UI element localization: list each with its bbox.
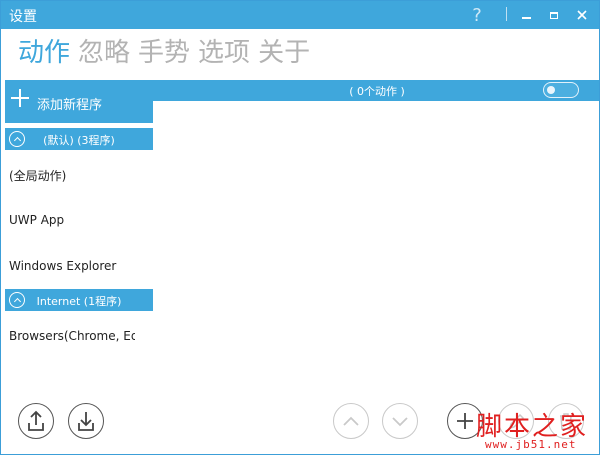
titlebar-divider <box>506 7 507 21</box>
list-item[interactable]: (全局动作) <box>9 167 135 184</box>
question-icon: ? <box>472 4 482 26</box>
minimize-button[interactable] <box>512 1 540 29</box>
add-program-label: 添加新程序 <box>37 98 103 113</box>
close-icon <box>577 10 587 20</box>
export-button[interactable] <box>18 403 54 439</box>
window-title: 设置 <box>9 9 37 25</box>
move-down-button[interactable] <box>382 403 418 439</box>
plus-icon <box>11 89 29 107</box>
list-item[interactable]: Browsers(Chrome, Edge <box>9 329 135 343</box>
actions-count: ( 0个动作 ) <box>349 85 405 98</box>
list-item[interactable]: Windows Explorer <box>9 259 135 273</box>
maximize-icon <box>550 11 558 19</box>
title-bar: 设置 ? <box>1 1 599 29</box>
add-action-button[interactable] <box>447 403 483 439</box>
toggle-knob <box>547 86 555 94</box>
maximize-button[interactable] <box>540 1 568 29</box>
edit-action-button[interactable] <box>498 403 534 439</box>
group-header-internet[interactable]: Internet (1程序) <box>5 289 153 311</box>
tab-about[interactable]: 关于 <box>258 35 310 71</box>
actions-toggle[interactable] <box>543 82 579 98</box>
group-header-default[interactable]: (默认) (3程序) <box>5 128 153 150</box>
tab-actions[interactable]: 动作 <box>18 35 70 71</box>
add-program-button[interactable]: 添加新程序 <box>5 80 153 123</box>
settings-window: 设置 ? 动作 忽略 手势 选项 关于 ( 0个动作 ) 添加新程序 (默认) … <box>0 0 600 455</box>
close-button[interactable] <box>568 1 596 29</box>
tab-bar: 动作 忽略 手势 选项 关于 <box>18 35 310 71</box>
edit-icon <box>508 413 525 430</box>
add-icon <box>457 413 473 429</box>
tab-gestures[interactable]: 手势 <box>138 35 190 71</box>
minimize-icon <box>521 17 531 19</box>
group-label: (默认) (3程序) <box>43 134 115 147</box>
import-button[interactable] <box>68 403 104 439</box>
tab-ignore[interactable]: 忽略 <box>78 35 130 71</box>
tab-options[interactable]: 选项 <box>198 35 250 71</box>
actions-header: ( 0个动作 ) <box>153 80 599 101</box>
group-label: Internet (1程序) <box>36 295 122 308</box>
move-up-icon <box>343 416 359 426</box>
delete-icon <box>560 413 572 430</box>
download-icon <box>78 412 94 431</box>
move-up-button[interactable] <box>333 403 369 439</box>
help-button[interactable]: ? <box>463 1 491 29</box>
list-item[interactable]: UWP App <box>9 213 135 227</box>
move-down-icon <box>392 417 408 427</box>
delete-action-button[interactable] <box>548 403 584 439</box>
upload-icon <box>28 410 44 431</box>
